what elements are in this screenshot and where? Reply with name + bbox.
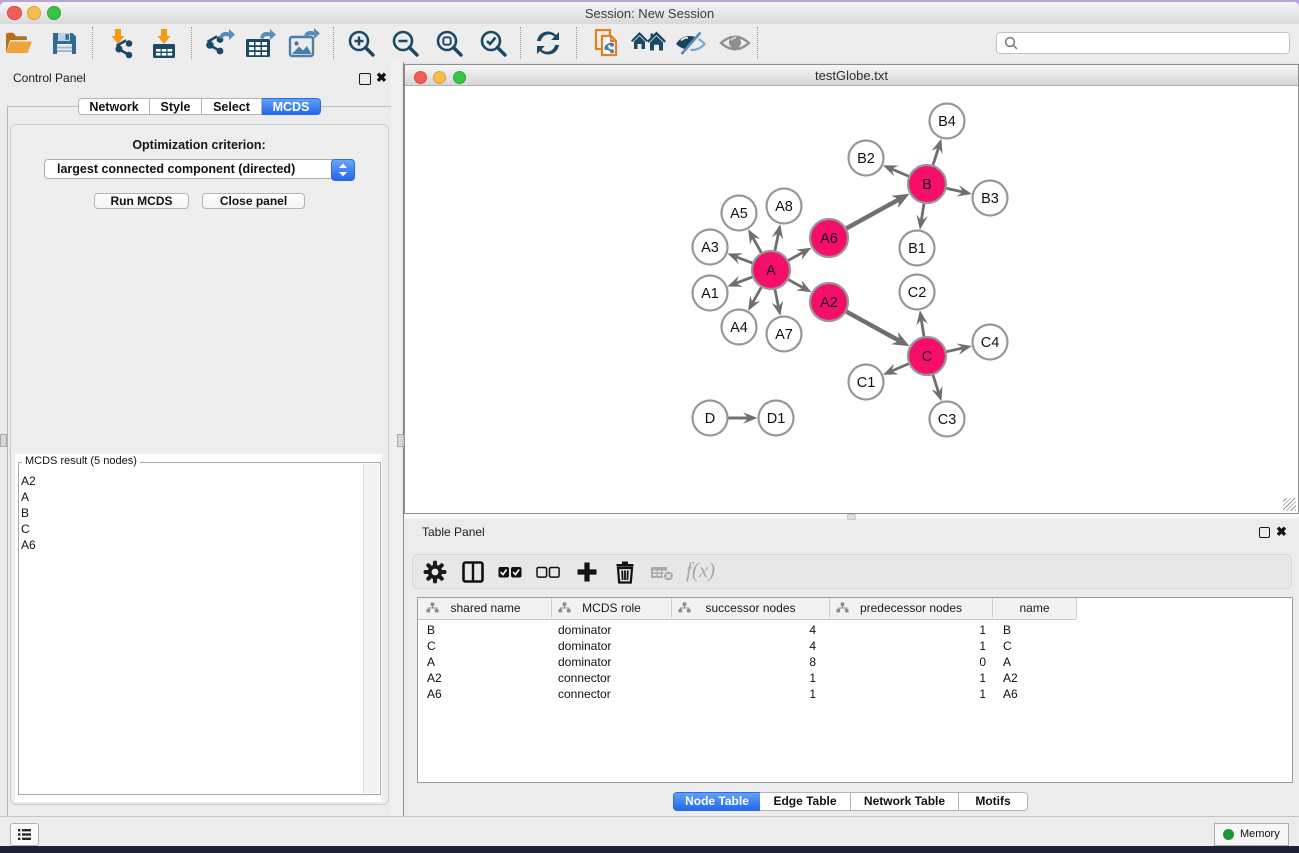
svg-text:A5: A5 bbox=[730, 206, 748, 222]
svg-text:C4: C4 bbox=[981, 335, 1000, 351]
svg-text:A6: A6 bbox=[820, 231, 838, 247]
svg-text:B1: B1 bbox=[908, 241, 926, 257]
svg-text:A1: A1 bbox=[701, 286, 719, 302]
svg-text:B: B bbox=[922, 177, 932, 193]
svg-text:B2: B2 bbox=[857, 151, 875, 167]
svg-text:C: C bbox=[922, 349, 932, 365]
svg-text:A8: A8 bbox=[775, 199, 793, 215]
svg-text:D: D bbox=[705, 411, 715, 427]
svg-text:D1: D1 bbox=[767, 411, 786, 427]
svg-text:C2: C2 bbox=[908, 285, 927, 301]
svg-text:A7: A7 bbox=[775, 327, 793, 343]
svg-text:C1: C1 bbox=[857, 375, 876, 391]
svg-text:A: A bbox=[766, 263, 776, 279]
svg-text:B3: B3 bbox=[981, 191, 999, 207]
svg-text:B4: B4 bbox=[938, 114, 956, 130]
svg-text:A2: A2 bbox=[820, 295, 838, 311]
svg-text:A4: A4 bbox=[730, 320, 748, 336]
svg-text:C3: C3 bbox=[938, 412, 957, 428]
svg-text:A3: A3 bbox=[701, 240, 719, 256]
